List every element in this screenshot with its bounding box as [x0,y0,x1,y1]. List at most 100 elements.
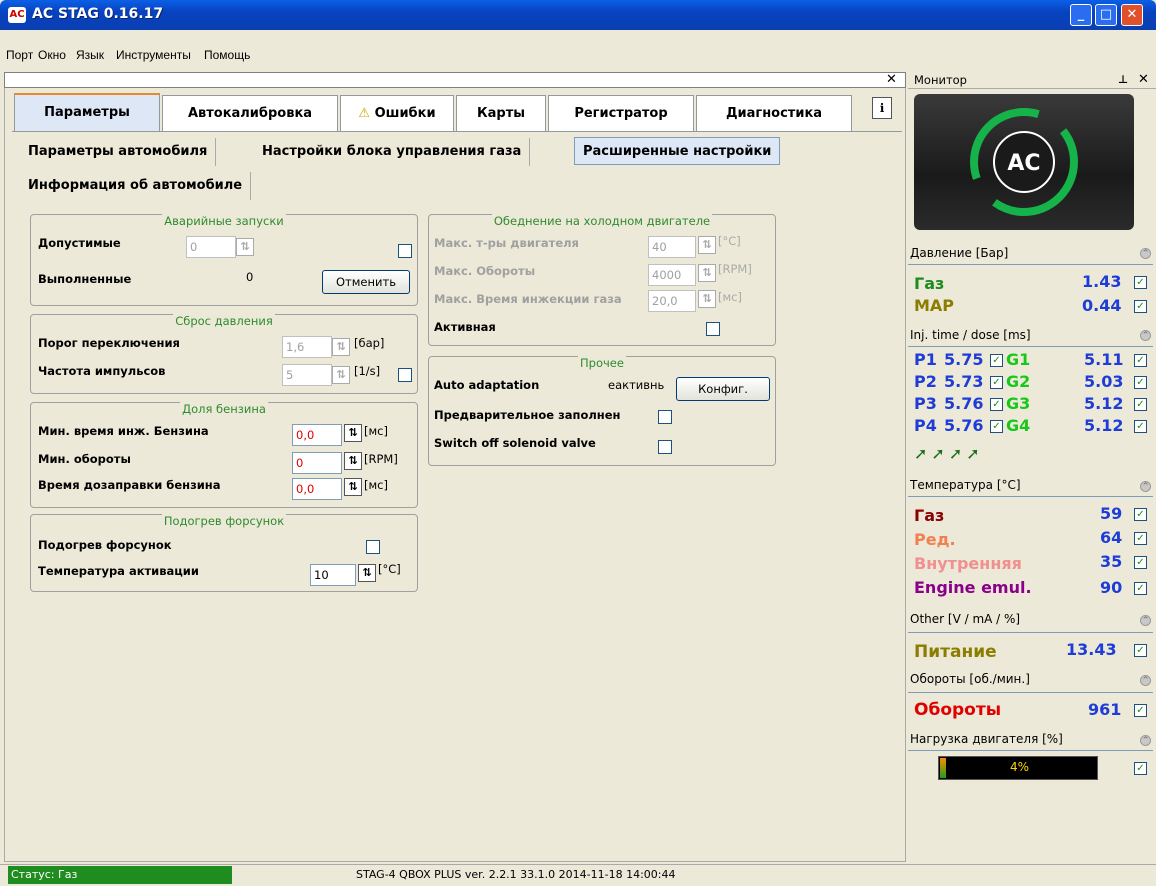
allowed-input[interactable]: 0 [186,236,236,258]
refuel-input[interactable]: 0,0 [292,478,342,500]
activation-temp-label: Температура активации [38,564,199,578]
freq-input[interactable]: 5 [282,364,332,386]
temp-emul-checkbox[interactable]: ✓ [1134,582,1147,595]
collapse-icon[interactable]: ^ [1140,330,1151,341]
pressure-gas-checkbox[interactable]: ✓ [1134,276,1147,289]
max-temp-spin-icon[interactable]: ⇅ [698,236,716,254]
tab-registrator[interactable]: Регистратор [548,95,694,131]
min-rpm-spin-icon[interactable]: ⇅ [344,452,362,470]
subtab-gas-ecu-settings[interactable]: Настройки блока управления газа [254,138,531,166]
rpm-value: 961 [1088,700,1122,719]
freq-checkbox[interactable] [398,368,412,382]
tabs-divider [12,131,902,132]
inj-g-checkbox[interactable]: ✓ [1134,354,1147,367]
tab-maps[interactable]: Карты [456,95,546,131]
cancel-button[interactable]: Отменить [322,270,410,294]
subtab-advanced-settings[interactable]: Расширенные настройки [574,137,781,165]
maximize-button[interactable]: □ [1095,4,1117,26]
threshold-input[interactable]: 1,6 [282,336,332,358]
min-inj-input[interactable]: 0,0 [292,424,342,446]
pressure-map-checkbox[interactable]: ✓ [1134,300,1147,313]
temp-internal-checkbox[interactable]: ✓ [1134,556,1147,569]
heat-checkbox[interactable] [366,540,380,554]
collapse-icon[interactable]: ^ [1140,675,1151,686]
menu-language[interactable]: Язык [76,48,104,62]
inj-g-checkbox[interactable]: ✓ [1134,420,1147,433]
menu-bar: Порт Окно Язык Инструменты Помощь [0,45,1156,65]
close-window-button[interactable]: ✕ [1121,4,1143,26]
active-label: Активная [434,320,496,334]
tab-errors[interactable]: ⚠ Ошибки [340,95,454,131]
tab-autocalibration[interactable]: Автокалибровка [162,95,338,131]
injector-icon: ➚ [931,444,949,463]
close-pane-icon[interactable]: ✕ [886,72,897,87]
active-checkbox[interactable] [706,322,720,336]
min-inj-spin-icon[interactable]: ⇅ [344,424,362,442]
inj-p-checkbox[interactable]: ✓ [990,354,1003,367]
max-rpm-spin-icon[interactable]: ⇅ [698,264,716,282]
menu-window[interactable]: Окно [38,48,66,62]
config-button[interactable]: Конфиг. [676,377,770,401]
tab-parameters[interactable]: Параметры [14,93,160,131]
tab-errors-label: Ошибки [374,106,436,121]
inj-g-checkbox[interactable]: ✓ [1134,376,1147,389]
subtab-car-info[interactable]: Информация об автомобиле [20,172,252,200]
collapse-icon[interactable]: ^ [1140,248,1151,259]
menu-port[interactable]: Порт [6,48,33,62]
max-inj-label: Макс. Время инжекции газа [434,292,622,306]
freq-spin-icon[interactable]: ⇅ [332,366,350,384]
group-title: Доля бензина [180,402,268,416]
inj-row-pv: 5.75 [944,350,984,369]
done-value: 0 [246,270,254,284]
collapse-icon[interactable]: ^ [1140,615,1151,626]
inj-p-checkbox[interactable]: ✓ [990,420,1003,433]
tab-diagnostics[interactable]: Диагностика [696,95,852,131]
group-title: Прочее [578,356,626,370]
menu-tools[interactable]: Инструменты [116,48,191,62]
ac-logo-icon: AC [914,94,1134,230]
threshold-spin-icon[interactable]: ⇅ [332,338,350,356]
inj-row-g: G1 [1006,350,1031,369]
pin-icon[interactable]: ⊥ [1118,73,1128,86]
activation-temp-input[interactable]: 10 [310,564,356,586]
inj-row-p: P1 [914,350,937,369]
refuel-spin-icon[interactable]: ⇅ [344,478,362,496]
max-inj-input[interactable]: 20,0 [648,290,696,312]
max-temp-input[interactable]: 40 [648,236,696,258]
max-inj-spin-icon[interactable]: ⇅ [698,290,716,308]
min-rpm-label: Мин. обороты [38,452,131,466]
temp-emul-label: Engine emul. [914,578,1032,597]
warning-icon: ⚠ [358,106,371,121]
min-rpm-input[interactable]: 0 [292,452,342,474]
collapse-icon[interactable]: ^ [1140,735,1151,746]
inj-p-checkbox[interactable]: ✓ [990,376,1003,389]
max-rpm-input[interactable]: 4000 [648,264,696,286]
switch-off-valve-checkbox[interactable] [658,440,672,454]
minimize-button[interactable]: _ [1070,4,1092,26]
collapse-icon[interactable]: ^ [1140,481,1151,492]
inj-row-pv: 5.76 [944,416,984,435]
min-rpm-unit: [RPM] [364,452,398,466]
temp-gas-checkbox[interactable]: ✓ [1134,508,1147,521]
monitor-close-icon[interactable]: ✕ [1138,72,1149,87]
menu-help[interactable]: Помощь [204,48,250,62]
section-divider [908,264,1153,265]
max-inj-unit: [мс] [718,290,742,304]
inj-p-checkbox[interactable]: ✓ [990,398,1003,411]
allowed-label: Допустимые [38,236,121,250]
power-checkbox[interactable]: ✓ [1134,644,1147,657]
activation-temp-spin-icon[interactable]: ⇅ [358,564,376,582]
allowed-checkbox[interactable] [398,244,412,258]
load-header: Нагрузка двигателя [%] [910,732,1063,746]
allowed-spin-icon[interactable]: ⇅ [236,238,254,256]
load-checkbox[interactable]: ✓ [1134,762,1147,775]
inj-row-pv: 5.73 [944,372,984,391]
threshold-unit: [бар] [354,336,385,350]
rpm-checkbox[interactable]: ✓ [1134,704,1147,717]
prefill-checkbox[interactable] [658,410,672,424]
inj-row-g: G2 [1006,372,1031,391]
temp-reducer-checkbox[interactable]: ✓ [1134,532,1147,545]
info-icon[interactable]: ℹ [872,97,892,119]
subtab-car-params[interactable]: Параметры автомобиля [20,138,217,166]
inj-g-checkbox[interactable]: ✓ [1134,398,1147,411]
